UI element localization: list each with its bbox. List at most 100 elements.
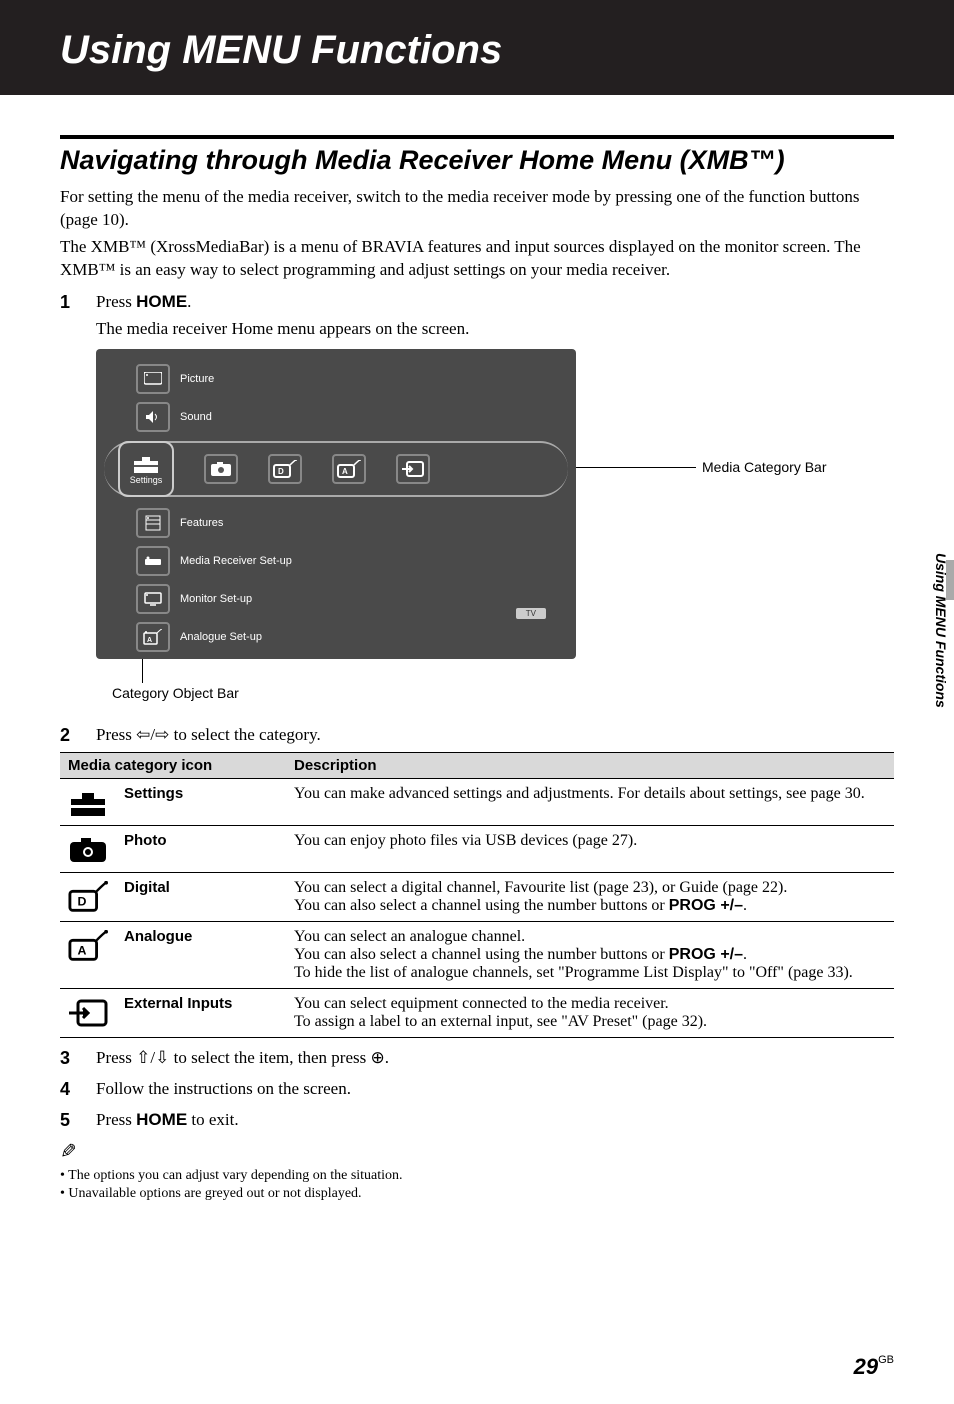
- sound-icon: [136, 402, 170, 432]
- external-input-icon: [396, 454, 430, 484]
- page-number: 29GB: [854, 1354, 894, 1380]
- analogue-setup-label: Analogue Set-up: [180, 631, 262, 643]
- home-button-label: HOME: [136, 1110, 187, 1129]
- settings-row-desc: You can make advanced settings and adjus…: [286, 778, 894, 825]
- step-text: Follow the instructions on the screen.: [96, 1079, 894, 1100]
- camera-icon: [68, 836, 108, 864]
- step-text: Press ⇧/⇩ to select the item, then press…: [96, 1048, 894, 1069]
- page-region: GB: [878, 1354, 894, 1366]
- side-tab: Using MENU Functions: [928, 510, 954, 750]
- settings-row-name: Settings: [116, 778, 286, 825]
- col-desc-header: Description: [286, 752, 894, 778]
- side-tab-bar: [946, 560, 954, 600]
- camera-icon: [210, 461, 232, 477]
- table-row: A Analogue You can select an analogue ch…: [60, 921, 894, 988]
- svg-text:A: A: [342, 467, 348, 476]
- step-body: Press HOME.: [96, 292, 894, 313]
- svg-text:D: D: [278, 467, 284, 476]
- picture-label: Picture: [180, 373, 214, 385]
- settings-row-icon: [60, 778, 116, 825]
- step-5: 5 Press HOME to exit.: [60, 1110, 894, 1131]
- media-category-bar-label: Media Category Bar: [702, 459, 827, 475]
- toolbox-icon: [132, 453, 160, 475]
- callout-line-h: [576, 467, 696, 468]
- analogue-row-name: Analogue: [116, 921, 286, 988]
- digital-row-name: Digital: [116, 872, 286, 921]
- step-2: 2 Press ⇦/⇨ to select the category.: [60, 725, 894, 746]
- features-label: Features: [180, 517, 223, 529]
- speaker-icon: [145, 410, 161, 424]
- settings-label: Settings: [130, 475, 163, 485]
- xmb-screen: Picture Sound Settings D A: [96, 349, 576, 659]
- page-number-value: 29: [854, 1354, 878, 1379]
- step-text-post: .: [187, 292, 191, 311]
- analogue-row-icon: A: [60, 921, 116, 988]
- chapter-title: Using MENU Functions: [60, 28, 894, 73]
- xmb-diagram: Picture Sound Settings D A: [96, 349, 894, 659]
- step-number: 4: [60, 1079, 80, 1100]
- media-receiver-setup-icon: [136, 546, 170, 576]
- toolbox-icon: [68, 788, 108, 818]
- analogue-row-desc: You can select an analogue channel. You …: [286, 921, 894, 988]
- category-object-bar-label: Category Object Bar: [112, 685, 239, 701]
- step-text-post: to exit.: [187, 1110, 238, 1129]
- settings-icon: Settings: [118, 441, 174, 497]
- step-number: 2: [60, 725, 80, 746]
- chapter-header: Using MENU Functions: [0, 0, 954, 95]
- step-text: Press ⇦/⇨ to select the category.: [96, 725, 894, 746]
- table-row: Photo You can enjoy photo files via USB …: [60, 825, 894, 872]
- table-row: Settings You can make advanced settings …: [60, 778, 894, 825]
- photo-icon: [204, 454, 238, 484]
- analogue-setup-icon: A: [136, 622, 170, 652]
- step-3: 3 Press ⇧/⇩ to select the item, then pre…: [60, 1048, 894, 1069]
- xmb-vertical-top: Picture Sound: [116, 363, 214, 433]
- input-icon: [402, 461, 424, 477]
- table-row: External Inputs You can select equipment…: [60, 988, 894, 1037]
- step-body: Press HOME to exit.: [96, 1110, 894, 1131]
- digital-tv-icon: D: [68, 881, 108, 913]
- step-4: 4 Follow the instructions on the screen.: [60, 1079, 894, 1100]
- digital-row-desc: You can select a digital channel, Favour…: [286, 872, 894, 921]
- step-text-pre: Press: [96, 1110, 136, 1129]
- media-receiver-setup-label: Media Receiver Set-up: [180, 555, 292, 567]
- media-category-table: Media category icon Description Settings…: [60, 752, 894, 1038]
- note-icon: ✎: [60, 1139, 77, 1164]
- step-number: 5: [60, 1110, 80, 1131]
- photo-row-name: Photo: [116, 825, 286, 872]
- analogue-icon: A: [332, 454, 366, 484]
- notes-list: The options you can adjust vary dependin…: [60, 1168, 894, 1202]
- digital-tv-icon: D: [273, 460, 297, 478]
- svg-text:D: D: [78, 894, 87, 908]
- table-row: D Digital You can select a digital chann…: [60, 872, 894, 921]
- note-item: Unavailable options are greyed out or no…: [60, 1186, 894, 1202]
- digital-row-icon: D: [60, 872, 116, 921]
- external-row-name: External Inputs: [116, 988, 286, 1037]
- xmb-vertical-bottom: Features Media Receiver Set-up Monitor S…: [116, 507, 292, 653]
- step-text-pre: Press: [96, 292, 136, 311]
- tv-badge: TV: [516, 608, 546, 619]
- step-1: 1 Press HOME.: [60, 292, 894, 313]
- note-item: The options you can adjust vary dependin…: [60, 1168, 894, 1184]
- step-1-sub: The media receiver Home menu appears on …: [96, 319, 894, 339]
- analogue-tv-icon: A: [337, 460, 361, 478]
- monitor-setup-label: Monitor Set-up: [180, 593, 252, 605]
- features-icon: [136, 508, 170, 538]
- callout-line-v: [142, 659, 143, 683]
- intro-para-1: For setting the menu of the media receiv…: [60, 186, 894, 232]
- step-number: 1: [60, 292, 80, 313]
- xmb-horizontal-bar: Settings D A: [104, 441, 568, 497]
- section-title: Navigating through Media Receiver Home M…: [60, 145, 894, 176]
- monitor-setup-icon: [136, 584, 170, 614]
- photo-row-desc: You can enjoy photo files via USB device…: [286, 825, 894, 872]
- input-icon: [68, 999, 108, 1027]
- photo-row-icon: [60, 825, 116, 872]
- screen-icon: [144, 372, 162, 386]
- section-rule: [60, 135, 894, 139]
- external-row-desc: You can select equipment connected to th…: [286, 988, 894, 1037]
- svg-text:A: A: [147, 637, 152, 644]
- home-button-label: HOME: [136, 292, 187, 311]
- svg-text:A: A: [78, 943, 87, 957]
- sound-label: Sound: [180, 411, 212, 423]
- step-number: 3: [60, 1048, 80, 1069]
- col-icon-header: Media category icon: [60, 752, 286, 778]
